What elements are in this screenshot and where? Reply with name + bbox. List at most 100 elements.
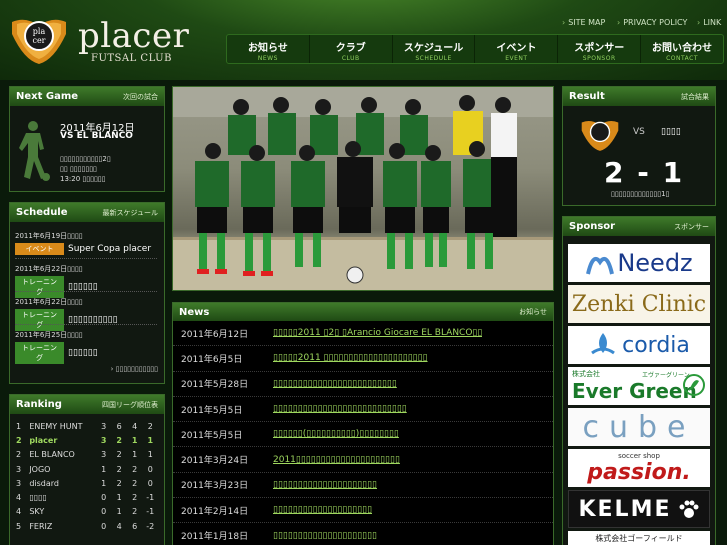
ranking-col-3: 2	[132, 507, 138, 517]
next-game-panel: Next Game 次回の試合 2011年6月12日 VS EL BLANCO …	[9, 86, 165, 192]
ranking-col-2: 2	[116, 464, 122, 474]
sponsor-name: passion.	[587, 459, 691, 485]
ranking-col-3: 2	[132, 478, 138, 488]
next-game-opponent[interactable]: VS EL BLANCO	[60, 131, 133, 141]
sponsor-cordia[interactable]: cordia	[568, 326, 710, 364]
news-title-link[interactable]: ▯▯▯▯▯▯▯▯▯▯▯▯▯▯▯▯▯▯▯▯▯▯▯▯▯	[273, 379, 397, 389]
privacy-policy-link[interactable]: PRIVACY POLICY	[617, 18, 687, 27]
ranking-col-3: 1	[131, 435, 138, 445]
site-logo-subtitle: FUTSAL CLUB	[91, 53, 172, 64]
news-item[interactable]: 2011年6月5日 ▯▯▯▯▯2011 ▯▯▯▯▯▯▯▯▯▯▯▯▯▯▯▯▯▯▯▯▯	[173, 346, 553, 372]
schedule-type-badge: トレーニング	[15, 309, 64, 331]
news-item[interactable]: 2011年5月5日 ▯▯▯▯▯▯(▯▯▯▯▯▯▯▯▯▯)▯▯▯▯▯▯▯▯	[173, 422, 553, 448]
emblem-text-bottom: cer	[32, 36, 45, 45]
ranking-row: 5 FERIZ 0 4 6 -2	[16, 519, 158, 533]
sponsor-cube[interactable]: cube	[568, 408, 710, 446]
news-item[interactable]: 2011年3月23日 ▯▯▯▯▯▯▯▯▯▯▯▯▯▯▯▯▯▯▯▯▯	[173, 473, 553, 499]
emblem-text-top: pla	[33, 27, 46, 36]
news-date: 2011年5月28日	[181, 380, 249, 391]
ranking-col-2: 4	[116, 521, 122, 531]
ranking-row: 2 placer 3 2 1 1	[16, 433, 158, 447]
ranking-row: 4 ▯▯▯▯ 0 1 2 -1	[16, 490, 158, 504]
news-title-link[interactable]: ▯▯▯▯▯▯▯▯▯▯▯▯▯▯▯▯▯▯▯▯▯	[273, 480, 377, 490]
news-item[interactable]: 2011年5月5日 ▯▯▯▯▯▯▯▯▯▯▯▯▯▯▯▯▯▯▯▯▯▯▯▯▯▯▯	[173, 397, 553, 423]
sponsor-passion[interactable]: soccer shop passion.	[568, 449, 710, 487]
club-emblem-icon[interactable]: pla cer	[8, 12, 70, 66]
ranking-col-4: 1	[147, 435, 154, 445]
ranking-team: disdard	[29, 478, 59, 488]
news-item[interactable]: 2011年6月12日 ▯▯▯▯▯2011 ▯2▯ ▯Arancio Giocare…	[173, 321, 553, 347]
schedule-more-link[interactable]: › ▯▯▯▯▯▯▯▯▯▯▯	[111, 365, 158, 373]
ranking-col-3: 2	[132, 464, 138, 474]
ranking-team: FERIZ	[29, 521, 53, 531]
news-title-link[interactable]: ▯▯▯▯▯▯▯▯▯▯▯▯▯▯▯▯▯▯▯▯	[273, 505, 372, 515]
chevron-right-icon: ›	[110, 365, 114, 373]
schedule-item-date: 2011年6月22日▯▯▯▯	[15, 265, 83, 273]
sitemap-link[interactable]: SITE MAP	[562, 18, 605, 27]
nav-contact[interactable]: お問い合わせ CONTACT	[641, 35, 723, 63]
schedule-item-text[interactable]: ▯▯▯▯▯▯	[68, 348, 98, 358]
news-title-link[interactable]: ▯▯▯▯▯2011 ▯2▯ ▯Arancio Giocare EL BLANCO…	[273, 328, 482, 338]
nav-event-label: イベント	[496, 43, 537, 54]
sponsor-name: 株式会社ゴーフィールド	[595, 534, 683, 543]
result-note: ▯▯▯▯▯▯▯▯▯▯▯▯▯1▯	[611, 190, 670, 198]
news-title-link[interactable]: ▯▯▯▯▯2011 ▯▯▯▯▯▯▯▯▯▯▯▯▯▯▯▯▯▯▯▯▯	[273, 353, 428, 363]
news-item[interactable]: 2011年2月14日 ▯▯▯▯▯▯▯▯▯▯▯▯▯▯▯▯▯▯▯▯	[173, 498, 553, 524]
ranking-col-1: 0	[101, 493, 107, 503]
sponsor-needz[interactable]: Needz	[568, 244, 710, 282]
ranking-col-4: 2	[147, 421, 153, 431]
ranking-col-1: 3	[100, 435, 107, 445]
schedule-panel: Schedule 最新スケジュール 2011年6月19日▯▯▯▯ イベント Su…	[9, 202, 165, 384]
sponsor-zenki-clinic[interactable]: Zenki Clinic	[568, 285, 710, 323]
news-date: 2011年6月12日	[181, 329, 249, 340]
nav-event-sublabel: EVENT	[505, 55, 528, 62]
ranking-team: ▯▯▯▯	[29, 493, 47, 503]
nav-schedule[interactable]: スケジュール SCHEDULE	[393, 35, 476, 63]
next-game-time: 13:20 ▯▯▯▯▯▯	[60, 175, 106, 183]
news-title-link[interactable]: ▯▯▯▯▯▯(▯▯▯▯▯▯▯▯▯▯)▯▯▯▯▯▯▯▯	[273, 429, 399, 439]
news-title-link[interactable]: ▯▯▯▯▯▯▯▯▯▯▯▯▯▯▯▯▯▯▯▯▯	[273, 531, 377, 541]
player-silhouette-icon	[19, 121, 50, 181]
nav-news-sublabel: NEWS	[257, 55, 278, 62]
ranking-position: 4	[16, 507, 22, 517]
nav-news[interactable]: お知らせ NEWS	[227, 35, 310, 63]
nav-contact-label: お問い合わせ	[652, 43, 713, 54]
link-page-link[interactable]: LINK	[697, 18, 721, 27]
news-title-link[interactable]: ▯▯▯▯▯▯▯▯▯▯▯▯▯▯▯▯▯▯▯▯▯▯▯▯▯▯▯	[273, 404, 407, 414]
schedule-item-text[interactable]: Super Copa placer	[68, 244, 151, 254]
sponsor-kelme[interactable]: KELME	[568, 490, 710, 528]
ranking-position: 1	[16, 421, 22, 431]
ranking-col-4: 1	[147, 450, 153, 460]
sponsor-ever-green[interactable]: 株式会社 Ever Green エヴァーグリーン	[568, 367, 710, 405]
ranking-col-3: 4	[132, 421, 138, 431]
site-logo-text[interactable]: placer	[78, 16, 189, 56]
schedule-item[interactable]: 2011年6月22日▯▯▯▯ トレーニング ▯▯▯▯▯▯	[15, 264, 157, 298]
news-title-link[interactable]: 2011▯▯▯▯▯▯▯▯▯▯▯▯▯▯▯▯▯▯▯▯▯	[273, 455, 400, 465]
ranking-panel: Ranking 四国リーグ順位表 1 ENEMY HUNT 3 6 4 2 2 placer 3…	[9, 394, 165, 545]
sponsor-gofield[interactable]: 株式会社ゴーフィールド	[568, 531, 710, 545]
nav-club[interactable]: クラブ CLUB	[310, 35, 393, 63]
schedule-item[interactable]: 2011年6月22日▯▯▯▯ トレーニング ▯▯▯▯▯▯▯▯▯▯	[15, 297, 157, 331]
ever-green-leaf-icon	[683, 374, 705, 396]
ranking-row: 1 ENEMY HUNT 3 6 4 2	[16, 419, 158, 433]
sponsor-name: Needz	[617, 249, 693, 277]
news-item[interactable]: 2011年1月18日 ▯▯▯▯▯▯▯▯▯▯▯▯▯▯▯▯▯▯▯▯▯	[173, 523, 553, 545]
nav-sponsor-label: スポンサー	[574, 43, 625, 54]
schedule-item[interactable]: 2011年6月19日▯▯▯▯ イベント Super Copa placer	[15, 231, 157, 255]
ranking-col-4: 0	[147, 478, 153, 488]
nav-schedule-label: スケジュール	[403, 43, 464, 54]
ranking-position: 2	[16, 450, 22, 460]
schedule-divider	[15, 258, 157, 259]
ranking-col-4: -1	[146, 507, 155, 517]
schedule-item-date: 2011年6月22日▯▯▯▯	[15, 298, 83, 306]
ranking-position: 4	[16, 493, 22, 503]
news-item[interactable]: 2011年5月28日 ▯▯▯▯▯▯▯▯▯▯▯▯▯▯▯▯▯▯▯▯▯▯▯▯▯	[173, 372, 553, 397]
ranking-team: JOGO	[29, 464, 51, 474]
ranking-col-2: 6	[116, 421, 122, 431]
nav-event[interactable]: イベント EVENT	[475, 35, 559, 63]
nav-sponsor[interactable]: スポンサー SPONSOR	[558, 35, 642, 63]
news-date: 2011年2月14日	[181, 506, 249, 517]
schedule-item[interactable]: 2011年6月25日▯▯▯▯ トレーニング ▯▯▯▯▯▯	[15, 330, 157, 364]
news-item[interactable]: 2011年3月24日 2011▯▯▯▯▯▯▯▯▯▯▯▯▯▯▯▯▯▯▯▯▯	[173, 448, 553, 473]
ranking-position: 3	[16, 478, 22, 488]
